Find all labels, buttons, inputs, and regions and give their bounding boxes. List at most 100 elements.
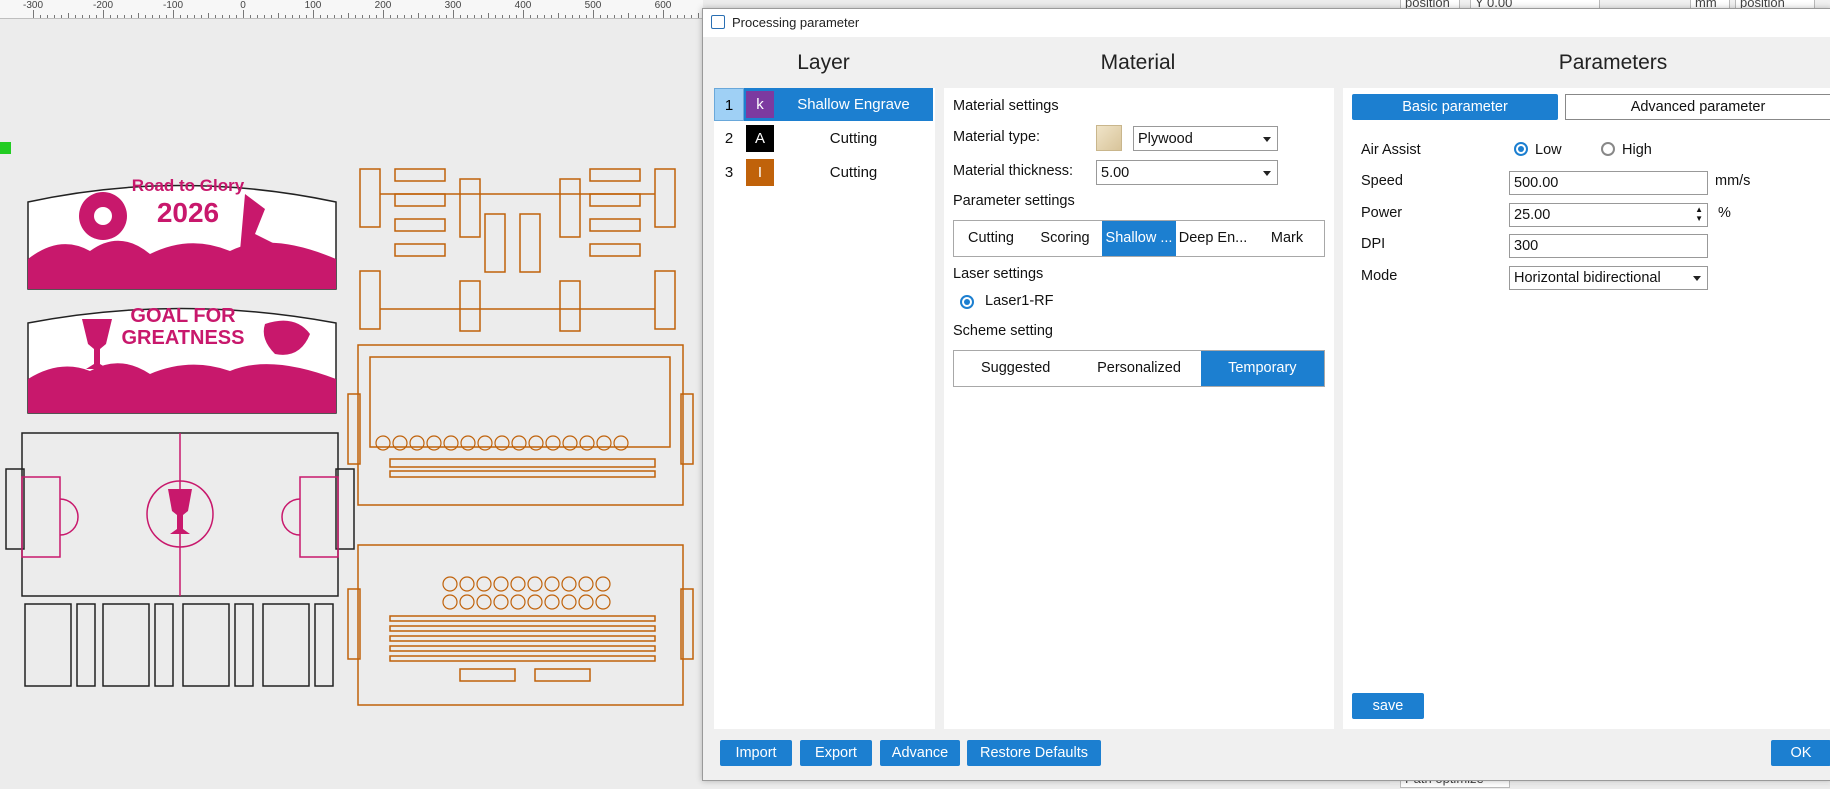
material-type-select[interactable]: Plywood — [1133, 126, 1278, 151]
layer-row-2[interactable]: 2 A Cutting — [714, 122, 933, 155]
tray-hole — [613, 435, 629, 451]
tab-shallow-engrave[interactable]: Shallow ... — [1102, 221, 1176, 256]
dialog-titlebar[interactable]: Processing parameter — [703, 9, 1830, 37]
ruler-tick — [40, 15, 41, 18]
layer-color-swatch[interactable]: k — [746, 91, 774, 118]
layer-row-3[interactable]: 3 I Cutting — [714, 156, 933, 189]
tray-hole — [578, 594, 594, 610]
ruler-tick — [495, 15, 496, 18]
ruler-tick — [257, 15, 258, 18]
ruler-tick — [460, 15, 461, 18]
ruler-tick — [96, 15, 97, 18]
tab-basic-parameter[interactable]: Basic parameter — [1352, 94, 1558, 120]
power-input[interactable]: 25.00 ▲ ▼ — [1509, 203, 1708, 227]
ruler-tick — [684, 15, 685, 18]
ruler-tick — [593, 10, 594, 18]
ruler-tick — [285, 15, 286, 18]
material-thickness-select[interactable]: 5.00 — [1096, 160, 1278, 185]
chevron-down-icon — [1693, 276, 1701, 281]
laser-radio[interactable] — [960, 295, 974, 309]
orange-trays[interactable] — [347, 344, 694, 706]
parameter-tabs: Cutting Scoring Shallow ... Deep En... M… — [953, 220, 1325, 257]
layer-name: Shallow Engrave — [797, 96, 910, 113]
ruler-tick — [516, 15, 517, 18]
ruler-tick — [488, 13, 489, 18]
ruler-tick — [369, 15, 370, 18]
scheme-suggested[interactable]: Suggested — [954, 351, 1077, 386]
import-button[interactable]: Import — [720, 740, 792, 766]
material-settings-label: Material settings — [953, 98, 1059, 114]
sign-road-to-glory[interactable]: Road to Glory 2026 — [27, 176, 337, 290]
dpi-input[interactable]: 300 — [1509, 234, 1708, 258]
side-panels[interactable] — [24, 603, 334, 687]
tab-advanced-parameter[interactable]: Advanced parameter — [1565, 94, 1830, 120]
ruler-tick — [89, 15, 90, 18]
stepper-icon[interactable]: ▲ ▼ — [1695, 205, 1703, 223]
ruler-tick — [215, 15, 216, 18]
ruler-tick — [579, 15, 580, 18]
ruler-tick — [138, 13, 139, 18]
tab-mark[interactable]: Mark — [1250, 221, 1324, 256]
layer-color-swatch[interactable]: I — [746, 159, 774, 186]
tray-hole — [595, 594, 611, 610]
ruler-tick — [572, 15, 573, 18]
ruler-tick — [131, 15, 132, 18]
save-button[interactable]: save — [1352, 693, 1424, 719]
scheme-temporary[interactable]: Temporary — [1200, 351, 1324, 386]
ruler-tick — [418, 13, 419, 18]
ruler-tick — [411, 15, 412, 18]
design-canvas[interactable]: Road to Glory 2026 GOAL FOR GREATNESS — [0, 19, 703, 784]
tray-hole — [442, 594, 458, 610]
ruler-tick — [313, 10, 314, 18]
tab-scoring[interactable]: Scoring — [1028, 221, 1102, 256]
ruler-tick — [124, 15, 125, 18]
air-assist-high-radio[interactable] — [1601, 142, 1615, 156]
ruler-tick — [320, 15, 321, 18]
ruler-tick — [432, 15, 433, 18]
ruler-tick — [103, 10, 104, 18]
tray-hole — [476, 576, 492, 592]
football-field-board[interactable] — [5, 432, 355, 597]
sign2-line1: GOAL FOR — [130, 305, 236, 327]
ruler-tick — [523, 10, 524, 18]
tray-hole — [562, 435, 578, 451]
advance-button[interactable]: Advance — [880, 740, 960, 766]
air-assist-low-radio[interactable] — [1514, 142, 1528, 156]
material-thickness-label: Material thickness: — [953, 163, 1074, 179]
speed-input[interactable]: 500.00 — [1509, 171, 1708, 195]
ruler-tick — [481, 15, 482, 18]
ruler-tick — [54, 15, 55, 18]
ruler-tick — [551, 15, 552, 18]
material-header: Material — [1100, 51, 1176, 74]
layer-row-1[interactable]: 1 k Shallow Engrave — [714, 88, 933, 121]
layer-color-swatch[interactable]: A — [746, 125, 774, 152]
tab-deep-engrave[interactable]: Deep En... — [1176, 221, 1250, 256]
tray-hole — [510, 594, 526, 610]
ruler-tick — [173, 10, 174, 18]
restore-defaults-button[interactable]: Restore Defaults — [967, 740, 1101, 766]
tray-hole — [493, 576, 509, 592]
ruler-tick — [355, 15, 356, 18]
material-type-label: Material type: — [953, 129, 1041, 145]
tab-cutting[interactable]: Cutting — [954, 221, 1028, 256]
ruler-tick — [180, 15, 181, 18]
ok-button[interactable]: OK — [1771, 740, 1830, 766]
export-button[interactable]: Export — [800, 740, 872, 766]
tray-hole — [494, 435, 510, 451]
tray-hole — [528, 435, 544, 451]
ruler-tick — [299, 15, 300, 18]
sign-goal-for-greatness[interactable]: GOAL FOR GREATNESS — [27, 305, 337, 414]
ruler-tick — [47, 15, 48, 18]
tray-hole — [477, 435, 493, 451]
mode-select[interactable]: Horizontal bidirectional — [1509, 266, 1708, 290]
ruler-tick — [243, 10, 244, 18]
ruler-tick — [663, 10, 664, 18]
player-pieces[interactable] — [359, 168, 676, 332]
tray-hole — [595, 576, 611, 592]
ruler-tick — [530, 15, 531, 18]
ruler-tick — [544, 15, 545, 18]
ruler-tick — [341, 15, 342, 18]
scheme-personalized[interactable]: Personalized — [1077, 351, 1200, 386]
ruler-tick — [194, 15, 195, 18]
layer-header: Layer — [797, 51, 850, 74]
